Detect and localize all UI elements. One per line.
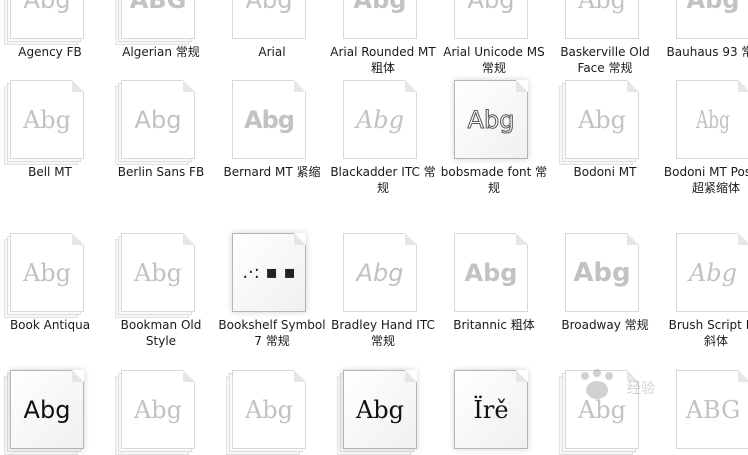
font-name: Bernard MT 紧缩 <box>223 165 321 179</box>
font-name: Agency FB <box>18 45 82 59</box>
font-sample: Abg <box>244 395 294 424</box>
font-thumbnail: Abg <box>444 0 544 40</box>
font-sample: Abg <box>688 258 738 287</box>
font-sample: Abg <box>133 395 183 424</box>
font-sample: ABG <box>685 395 741 424</box>
font-sample: Abg <box>467 105 515 134</box>
font-grid: Abg Agency FB ABG Algerian 常规 Abg Arial … <box>0 0 748 455</box>
font-sample: Abg <box>134 105 182 134</box>
font-thumbnail: Abg <box>555 0 655 40</box>
font-thumbnail: Abg <box>333 0 433 40</box>
font-thumbnail: Abg <box>333 370 433 455</box>
font-name: Bookman Old Style <box>120 318 202 348</box>
font-sample: Abg <box>344 0 416 38</box>
font-sample: Abg <box>133 258 183 287</box>
font-name: Book Antiqua <box>9 318 91 332</box>
font-name: Britannic 粗体 <box>453 318 535 332</box>
font-sample: Abg <box>22 258 72 287</box>
font-sample: Abg <box>566 0 638 38</box>
font-name: Blackadder ITC 常规 <box>330 165 436 195</box>
font-name: Arial <box>258 45 286 59</box>
font-sample: Abg <box>577 105 627 134</box>
font-sample: ABG <box>122 0 194 38</box>
font-sample: Abg <box>455 0 527 38</box>
font-thumbnail: Abg <box>666 80 748 160</box>
font-sample: Abg <box>356 258 404 287</box>
font-name: Arial Unicode MS 常规 <box>443 45 545 75</box>
font-thumbnail: Abg <box>333 80 433 160</box>
font-thumbnail: Abg <box>0 80 100 165</box>
font-thumbnail: Abg <box>0 0 100 45</box>
font-thumbnail: Abg <box>222 0 322 40</box>
font-sample: Abg <box>355 395 405 424</box>
font-sample: Abg <box>11 0 83 38</box>
font-thumbnail: Abg <box>0 370 100 455</box>
font-sample: Abg <box>244 105 295 134</box>
font-sample: Abg <box>23 395 71 424</box>
font-sample: Abg <box>573 257 631 288</box>
font-name: Bookshelf Symbol 7 常规 <box>218 318 326 348</box>
font-thumbnail: Abg <box>0 233 100 318</box>
font-sample: Abg <box>696 105 730 134</box>
font-name: Algerian 常规 <box>122 45 200 59</box>
font-thumbnail: Abg <box>222 370 322 455</box>
font-name: bobsmade font 常规 <box>440 165 548 195</box>
font-name: Bell MT <box>28 165 72 179</box>
font-thumbnail: Abg <box>555 233 655 313</box>
font-name: Arial Rounded MT 粗体 <box>330 45 436 75</box>
font-sample: Abg <box>22 105 72 134</box>
font-thumbnail: Abg <box>111 370 211 455</box>
font-thumbnail: Abg <box>222 80 322 160</box>
font-name: Berlin Sans FB <box>117 165 205 179</box>
font-name: Bauhaus 93 常规 <box>666 45 748 59</box>
font-thumbnail: Abg <box>111 80 211 165</box>
font-thumbnail: Abg <box>111 233 211 318</box>
font-thumbnail: Abg <box>333 233 433 313</box>
font-thumbnail: ABG <box>666 370 748 450</box>
font-name: Brush Script MT 斜体 <box>668 318 748 348</box>
font-sample: .·: ▪ ▪ <box>242 262 296 283</box>
font-thumbnail: .·: ▪ ▪ <box>222 233 322 313</box>
font-thumbnail: Abg <box>666 0 748 40</box>
font-thumbnail: Abg <box>444 80 544 160</box>
font-thumbnail: Abg <box>666 233 748 313</box>
font-thumbnail: Abg <box>555 80 655 165</box>
font-sample: Abg <box>677 0 748 38</box>
font-thumbnail: ABG <box>111 0 211 45</box>
font-name: Baskerville Old Face 常规 <box>560 45 650 75</box>
font-name: Bodoni MT <box>573 165 637 179</box>
font-thumbnail: Abg <box>555 370 655 455</box>
font-sample: Abg <box>233 0 305 38</box>
font-name: Bradley Hand ITC 常规 <box>331 318 435 348</box>
font-name: Bodoni MT Poster 超紧缩体 <box>663 165 748 195</box>
font-sample: Abg <box>355 105 405 134</box>
font-sample: Abg <box>577 395 627 424</box>
font-sample: Abg <box>464 258 518 287</box>
font-name: Broadway 常规 <box>561 318 649 332</box>
font-thumbnail: Ïrě <box>444 370 544 450</box>
font-sample: Ïrě <box>473 395 509 424</box>
font-thumbnail: Abg <box>444 233 544 313</box>
